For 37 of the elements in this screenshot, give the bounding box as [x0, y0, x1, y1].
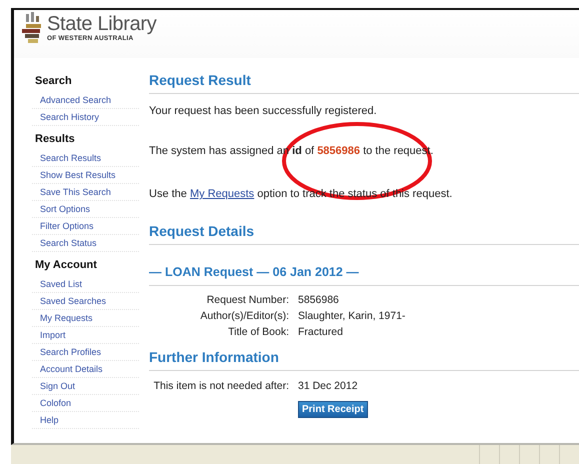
field-label: Title of Book:: [227, 326, 289, 339]
sidebar-link[interactable]: Show Best Results: [32, 167, 139, 184]
field-value: Fractured: [298, 326, 344, 339]
sidebar-link[interactable]: Advanced Search: [32, 92, 139, 109]
logo-title: State Library: [47, 13, 156, 35]
sidebar-link[interactable]: Saved Searches: [32, 293, 139, 310]
field-value: 31 Dec 2012: [298, 380, 358, 393]
sidebar-link[interactable]: Sign Out: [32, 378, 139, 395]
sidebar-link[interactable]: Search Profiles: [32, 344, 139, 361]
sidebar-link[interactable]: Saved List: [32, 276, 139, 293]
field-label: This item is not needed after:: [152, 380, 289, 393]
section-heading: Further Information: [149, 349, 579, 371]
sidebar-link[interactable]: Sort Options: [32, 201, 139, 218]
sidebar-link[interactable]: Help: [32, 412, 139, 429]
success-message: Your request has been successfully registered.: [149, 105, 378, 118]
sidebar-heading: My Account: [34, 258, 98, 273]
sidebar-link[interactable]: Search Results: [32, 150, 139, 167]
sidebar-link[interactable]: Account Details: [32, 361, 139, 378]
section-heading: Request Details: [149, 223, 579, 245]
loan-heading: — LOAN Request — 06 Jan 2012 —: [149, 264, 579, 286]
sidebar-heading: Results: [34, 132, 76, 147]
field-label: Author(s)/Editor(s):: [199, 310, 289, 323]
field-value: 5856986: [298, 294, 340, 307]
field-label: Request Number:: [206, 294, 289, 307]
print-receipt-button[interactable]: Print Receipt: [298, 401, 368, 418]
sidebar-link[interactable]: Save This Search: [32, 184, 139, 201]
my-requests-link[interactable]: My Requests: [190, 188, 254, 200]
sidebar-link[interactable]: Search Status: [32, 235, 139, 252]
field-value: Slaughter, Karin, 1971-: [298, 310, 406, 323]
sidebar-link[interactable]: Filter Options: [32, 218, 139, 235]
sidebar-link[interactable]: Colofon: [32, 395, 139, 412]
logo-icon: [22, 12, 44, 44]
sidebar-link[interactable]: Import: [32, 327, 139, 344]
section-heading: Request Result: [149, 72, 579, 94]
sidebar-link[interactable]: My Requests: [32, 310, 139, 327]
sidebar-link[interactable]: Search History: [32, 109, 139, 126]
sidebar-heading: Search: [34, 74, 73, 89]
